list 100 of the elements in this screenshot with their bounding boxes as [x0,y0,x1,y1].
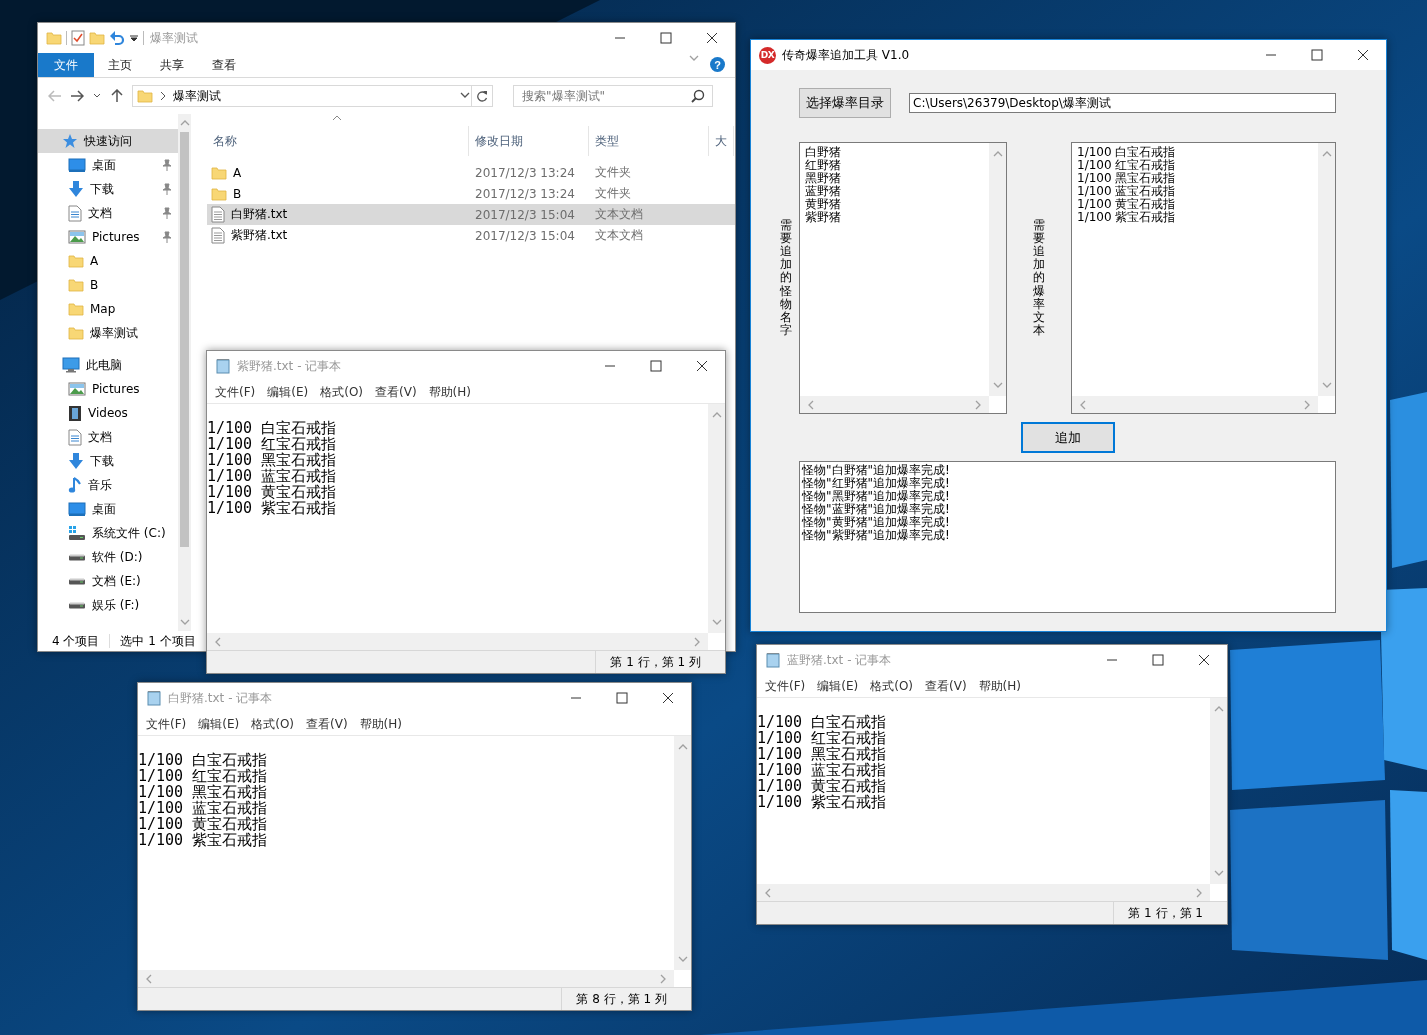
chevron-down-icon[interactable] [991,380,1004,390]
chevron-down-icon[interactable] [1212,868,1225,878]
search-field[interactable]: 搜索"爆率测试" [513,85,713,107]
file-row[interactable]: 白野猪.txt 2017/12/3 15:04 文本文档 [207,204,735,225]
sidebar-item[interactable]: B [38,273,178,297]
menu-item[interactable]: 编辑(E) [261,383,315,401]
drop-list[interactable]: 1/100 白宝石戒指 1/100 红宝石戒指 1/100 黑宝石戒指 1/100 蓝宝石戒指 1/100 黄宝石戒指 1/100 紫宝石戒指 [1071,142,1336,414]
chevron-right-icon[interactable] [1302,398,1312,411]
file-row[interactable]: 紫野猪.txt 2017/12/3 15:04 文本文档 [207,225,735,246]
sidebar-item[interactable]: 文档 [38,201,178,225]
menu-item[interactable]: 查看(V) [369,383,423,401]
chevron-up-icon[interactable] [1320,149,1333,159]
help-button[interactable]: ? [710,57,725,72]
file-row[interactable]: B 2017/12/3 13:24 文件夹 [207,183,735,204]
sidebar-item[interactable]: 软件 (D:) [38,545,178,569]
horizontal-scrollbar[interactable] [138,970,674,987]
chevron-left-icon[interactable] [144,972,154,985]
chevron-up-icon[interactable] [178,118,191,128]
chevron-right-icon[interactable] [973,398,983,411]
list-line: 红野猪 [805,159,841,172]
sidebar-item[interactable]: Pictures [38,377,178,401]
horizontal-scrollbar[interactable] [207,633,708,650]
text-line: 1/100 紫宝石戒指 [138,832,268,848]
sidebar-item[interactable]: A [38,249,178,273]
chevron-up-icon[interactable] [1212,704,1225,714]
chevron-up-icon[interactable] [710,410,723,420]
menu-item[interactable]: 编辑(E) [811,677,865,695]
chevron-right-icon[interactable] [658,972,668,985]
status-text: 第 1 行，第 1 [1113,902,1227,924]
chevron-down-icon[interactable] [710,617,723,627]
ribbon-tab[interactable]: 查看 [198,53,250,77]
sidebar-item[interactable]: 爆率测试 [38,321,178,345]
ribbon-tab[interactable]: 主页 [94,53,146,77]
back-arrow-icon[interactable] [48,89,62,103]
sidebar-item[interactable]: 系统文件 (C:) [38,521,178,545]
menu-item[interactable]: 文件(F) [759,677,812,695]
menu-item[interactable]: 格式(O) [864,677,920,695]
sidebar-item[interactable]: 桌面 [38,497,178,521]
checklist-icon[interactable] [71,30,85,46]
menu-item[interactable]: 帮助(H) [422,383,477,401]
path-field[interactable]: C:\Users\26379\Desktop\爆率测试 [909,93,1336,113]
choose-directory-button[interactable]: 选择爆率目录 [799,88,891,118]
chevron-right-icon[interactable] [1194,886,1204,899]
menu-item[interactable]: 编辑(E) [192,715,246,733]
chevron-left-icon[interactable] [1078,398,1088,411]
column-header[interactable]: 类型 [589,126,709,156]
sidebar-item[interactable]: 音乐 [38,473,178,497]
chevron-down-icon[interactable] [688,53,700,63]
menu-item[interactable]: 格式(O) [245,715,301,733]
forward-arrow-icon[interactable] [70,89,84,103]
vertical-scrollbar[interactable] [674,736,691,970]
horizontal-scrollbar[interactable] [1072,396,1318,413]
ribbon-tab[interactable]: 文件 [38,53,94,77]
chevron-down-icon[interactable] [1320,380,1333,390]
ribbon-tab[interactable]: 共享 [146,53,198,77]
vertical-scrollbar[interactable] [1210,698,1227,884]
sidebar-item[interactable]: Videos [38,401,178,425]
undo-icon[interactable] [109,30,125,46]
sidebar-item[interactable]: 桌面 [38,153,178,177]
file-row[interactable]: A 2017/12/3 13:24 文件夹 [207,162,735,183]
vertical-scrollbar[interactable] [178,114,191,631]
chevron-right-icon[interactable] [692,635,702,648]
sidebar-item[interactable]: 文档 [38,425,178,449]
sidebar-item[interactable]: Pictures [38,225,178,249]
horizontal-scrollbar[interactable] [800,396,989,413]
sidebar-item[interactable]: 文档 (E:) [38,569,178,593]
vertical-scrollbar[interactable] [708,404,725,633]
chevron-down-icon[interactable] [178,617,191,627]
caret-icon[interactable] [129,33,139,43]
horizontal-scrollbar[interactable] [757,884,1210,901]
list-line: 1/100 黑宝石戒指 [1077,172,1176,185]
menu-item[interactable]: 查看(V) [300,715,354,733]
chevron-left-icon[interactable] [213,635,223,648]
menu-item[interactable]: 文件(F) [140,715,193,733]
chevron-left-icon[interactable] [763,886,773,899]
vertical-scrollbar[interactable] [1318,143,1335,396]
chevron-down-icon[interactable] [676,954,689,964]
menu-item[interactable]: 查看(V) [919,677,973,695]
sidebar-item[interactable]: 下载 [38,449,178,473]
refresh-button[interactable] [471,85,493,107]
sidebar-item[interactable]: Map [38,297,178,321]
menu-item[interactable]: 帮助(H) [972,677,1027,695]
column-header[interactable]: 名称 [207,126,469,156]
sidebar-item[interactable]: 此电脑 [38,353,178,377]
column-header[interactable]: 修改日期 [469,126,589,156]
menu-item[interactable]: 格式(O) [314,383,370,401]
up-arrow-icon[interactable] [110,89,124,103]
chevron-up-icon[interactable] [676,742,689,752]
sidebar-item[interactable]: 娱乐 (F:) [38,593,178,617]
vertical-scrollbar[interactable] [989,143,1006,396]
chevron-left-icon[interactable] [806,398,816,411]
address-bar[interactable]: 爆率测试 [132,85,472,107]
add-button[interactable]: 追加 [1020,422,1115,453]
monster-list[interactable]: 白野猪 红野猪 黑野猪 蓝野猪 黄野猪 紫野猪 [799,142,1007,414]
sidebar-item[interactable]: 快速访问 [38,129,178,153]
menu-item[interactable]: 帮助(H) [353,715,408,733]
chevron-up-icon[interactable] [991,149,1004,159]
menu-item[interactable]: 文件(F) [209,383,262,401]
column-header[interactable]: 大 [709,126,734,156]
sidebar-item[interactable]: 下载 [38,177,178,201]
